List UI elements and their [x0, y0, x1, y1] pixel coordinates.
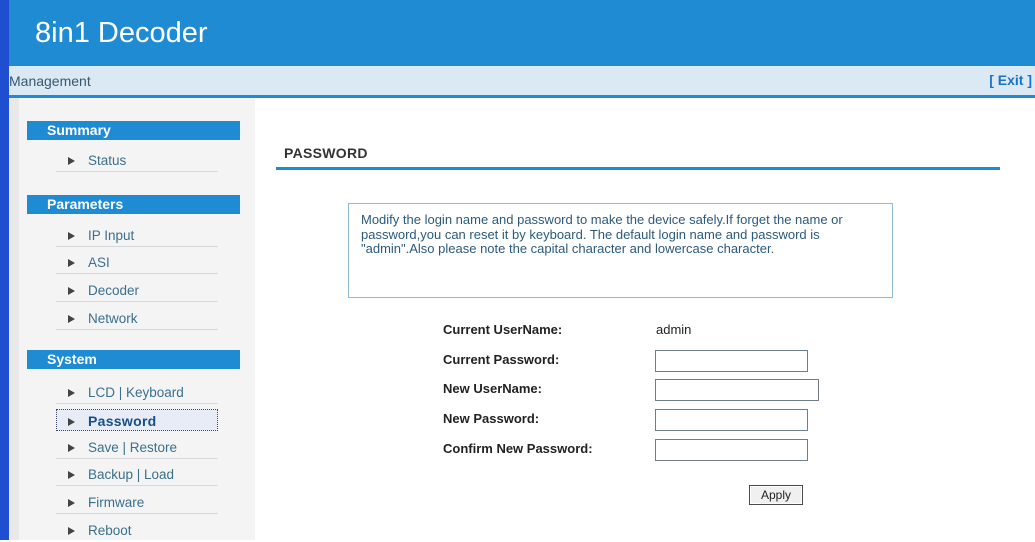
sidebar-section-parameters: Parameters — [27, 195, 240, 214]
sidebar-item-label: Status — [88, 153, 127, 168]
arrow-right-icon — [68, 232, 75, 240]
sidebar-item-label: Password — [88, 413, 157, 429]
info-box: Modify the login name and password to ma… — [348, 203, 893, 298]
sidebar-item-decoder[interactable]: Decoder — [56, 280, 218, 302]
sidebar-item-backup-load[interactable]: Backup | Load — [56, 464, 218, 486]
arrow-right-icon — [68, 527, 75, 535]
sidebar-item-firmware[interactable]: Firmware — [56, 492, 218, 514]
current-password-input[interactable] — [655, 350, 808, 372]
new-password-label: New Password: — [443, 411, 540, 426]
arrow-right-icon — [68, 444, 75, 452]
sidebar-item-label: LCD | Keyboard — [88, 385, 184, 400]
sidebar-item-save-restore[interactable]: Save | Restore — [56, 437, 218, 459]
arrow-right-icon — [68, 259, 75, 267]
current-password-label: Current Password: — [443, 352, 560, 367]
new-username-label: New UserName: — [443, 381, 542, 396]
new-password-input[interactable] — [655, 409, 808, 431]
left-edge-bar — [0, 0, 9, 540]
sidebar-item-label: Reboot — [88, 523, 132, 538]
sidebar-item-label: Backup | Load — [88, 467, 175, 482]
arrow-right-icon — [68, 499, 75, 507]
arrow-right-icon — [68, 157, 75, 165]
management-bar: Management [ Exit ] — [9, 66, 1035, 98]
sidebar-item-label: Decoder — [88, 283, 140, 298]
confirm-password-label: Confirm New Password: — [443, 441, 593, 456]
sidebar-item-reboot[interactable]: Reboot — [56, 520, 218, 542]
sidebar-item-label: Firmware — [88, 495, 145, 510]
sidebar-item-label: IP Input — [88, 228, 135, 243]
arrow-right-icon — [68, 315, 75, 323]
title-divider — [276, 167, 1000, 170]
current-username-value: admin — [656, 322, 692, 337]
arrow-right-icon — [68, 471, 75, 479]
sidebar-item-ip-input[interactable]: IP Input — [56, 225, 218, 247]
sidebar-item-password[interactable]: Password — [56, 409, 218, 431]
confirm-password-input[interactable] — [655, 439, 808, 461]
sidebar-item-network[interactable]: Network — [56, 308, 218, 330]
sidebar-item-status[interactable]: Status — [56, 150, 218, 172]
sidebar-item-asi[interactable]: ASI — [56, 252, 218, 274]
arrow-right-icon — [68, 418, 75, 426]
arrow-right-icon — [68, 389, 75, 397]
management-label: Management — [9, 73, 91, 89]
sidebar-section-system: System — [27, 350, 240, 369]
sidebar-section-summary: Summary — [27, 121, 240, 140]
new-username-input[interactable] — [655, 379, 819, 401]
arrow-right-icon — [68, 287, 75, 295]
sidebar-item-label: Network — [88, 311, 138, 326]
info-text: Modify the login name and password to ma… — [361, 212, 843, 256]
page-title: PASSWORD — [284, 145, 368, 161]
apply-button[interactable]: Apply — [749, 485, 803, 505]
app-header: 8in1 Decoder — [9, 0, 1035, 66]
current-username-label: Current UserName: — [443, 322, 563, 337]
app-title: 8in1 Decoder — [35, 17, 208, 49]
sidebar-item-lcd-keyboard[interactable]: LCD | Keyboard — [56, 382, 218, 404]
sidebar-item-label: Save | Restore — [88, 440, 178, 455]
sidebar-item-label: ASI — [88, 255, 110, 270]
exit-link[interactable]: [ Exit ] — [989, 72, 1032, 88]
